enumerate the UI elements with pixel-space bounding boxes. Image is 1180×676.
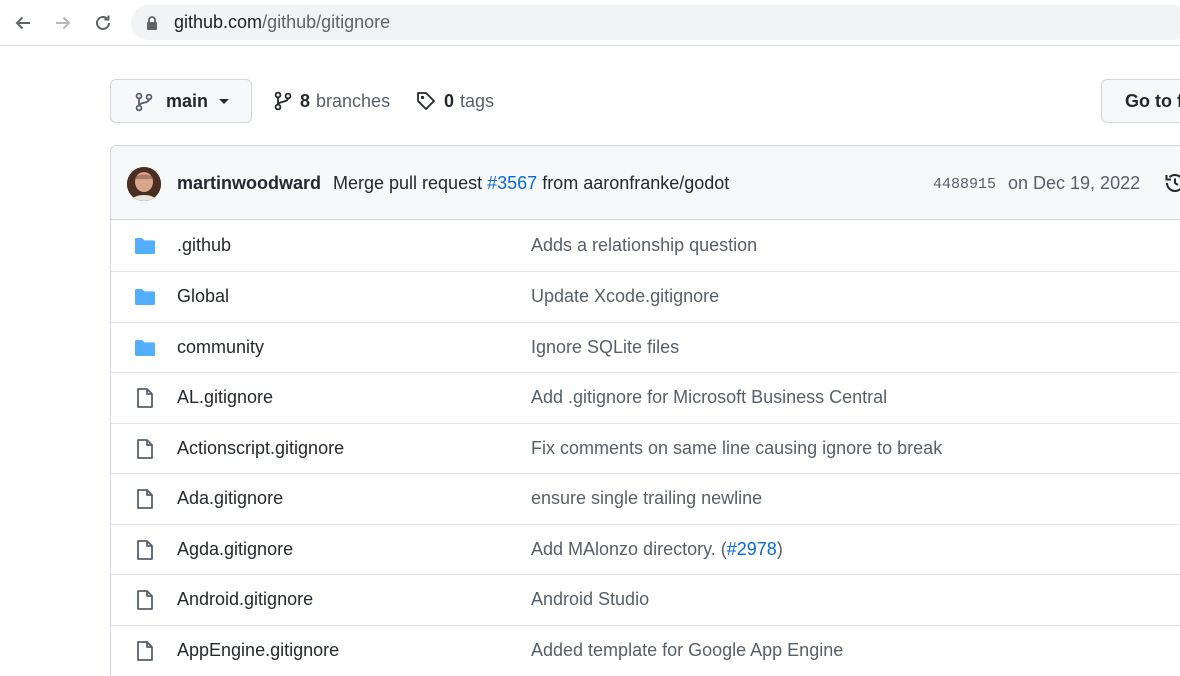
commit-author-link[interactable]: martinwoodward <box>177 173 321 194</box>
branches-count: 8 <box>300 90 311 111</box>
file-row[interactable]: Actionscript.gitignore Fix comments on sa… <box>111 423 1180 473</box>
file-icon <box>134 387 156 414</box>
tags-label: tags <box>460 90 495 111</box>
file-commit-message[interactable]: Adds a relationship question <box>531 235 757 256</box>
git-branch-icon <box>135 92 153 112</box>
commit-message[interactable]: Merge pull request #3567 from aaronfrank… <box>333 173 729 194</box>
reload-button[interactable] <box>88 8 118 38</box>
file-icon <box>134 640 156 667</box>
file-row[interactable]: Ada.gitignore ensure single trailing newl… <box>111 473 1180 523</box>
arrow-right-icon <box>56 16 71 30</box>
file-name-link[interactable]: AL.gitignore <box>177 387 273 408</box>
folder-icon <box>134 287 156 312</box>
file-commit-message[interactable]: Android Studio <box>531 589 649 610</box>
url-path: /github/gitignore <box>262 12 391 32</box>
url-host: github.com <box>174 12 263 32</box>
address-bar[interactable]: github.com/github/gitignore <box>131 5 1180 40</box>
commit-message-text: Add .gitignore for Microsoft Business Ce… <box>531 387 888 407</box>
branch-select-button[interactable]: main <box>110 79 252 123</box>
latest-commit-bar: martinwoodward Merge pull request #3567 … <box>111 146 1180 220</box>
file-commit-message[interactable]: Ignore SQLite files <box>531 337 679 358</box>
file-commit-message[interactable]: Added template for Google App Engine <box>531 640 843 661</box>
forward-button[interactable] <box>48 8 78 38</box>
file-name-link[interactable]: Actionscript.gitignore <box>177 438 344 459</box>
file-commit-message[interactable]: Add MAlonzo directory. (#2978) <box>531 539 783 560</box>
file-icon <box>134 438 156 465</box>
arrow-left-icon <box>15 16 30 30</box>
go-to-file-label: Go to file <box>1125 91 1180 111</box>
branch-name: main <box>166 91 209 111</box>
tag-icon <box>417 92 435 110</box>
file-commit-message[interactable]: Add .gitignore for Microsoft Business Ce… <box>531 387 887 408</box>
folder-icon <box>134 236 156 261</box>
file-row[interactable]: community Ignore SQLite files <box>111 322 1180 372</box>
commit-message-suffix: from aaronfranke/godot <box>542 173 730 193</box>
chevron-down-icon <box>219 99 229 104</box>
file-commit-message[interactable]: ensure single trailing newline <box>531 488 762 509</box>
pr-link[interactable]: #3567 <box>487 173 537 193</box>
branches-label: branches <box>316 90 391 111</box>
avatar[interactable] <box>127 167 161 201</box>
commit-message-text: Add MAlonzo directory. ( <box>531 539 727 559</box>
commit-message-text: Ignore SQLite files <box>531 337 680 357</box>
commit-message-text: ensure single trailing newline <box>531 488 763 508</box>
commit-message-text: Added template for Google App Engine <box>531 640 844 660</box>
commit-message-text: Adds a relationship question <box>531 235 758 255</box>
issue-link[interactable]: #2978 <box>727 539 777 559</box>
history-icon[interactable] <box>1164 172 1180 194</box>
file-name-link[interactable]: Global <box>177 286 229 307</box>
commit-message-text: Update Xcode.gitignore <box>531 286 720 306</box>
file-name-link[interactable]: AppEngine.gitignore <box>177 640 339 661</box>
file-icon <box>134 488 156 515</box>
file-row[interactable]: Global Update Xcode.gitignore <box>111 271 1180 321</box>
branches-link[interactable]: 8 branches <box>274 88 390 114</box>
file-name-link[interactable]: Ada.gitignore <box>177 488 283 509</box>
browser-toolbar: github.com/github/gitignore <box>0 0 1180 46</box>
back-button[interactable] <box>8 8 38 38</box>
file-name-link[interactable]: Agda.gitignore <box>177 539 293 560</box>
file-row[interactable]: .github Adds a relationship question <box>111 221 1180 271</box>
file-row[interactable]: Agda.gitignore Add MAlonzo directory. (#2… <box>111 524 1180 574</box>
folder-icon <box>134 338 156 363</box>
lock-icon <box>147 16 157 30</box>
file-list: martinwoodward Merge pull request #3567 … <box>110 145 1180 676</box>
file-icon <box>134 589 156 616</box>
file-name-link[interactable]: community <box>177 337 264 358</box>
commit-date: on Dec 19, 2022 <box>1008 173 1141 193</box>
file-commit-message[interactable]: Fix comments on same line causing ignore… <box>531 438 942 459</box>
commit-message-prefix: Merge pull request <box>333 173 483 193</box>
url-text: github.com/github/gitignore <box>174 12 390 33</box>
file-name-link[interactable]: Android.gitignore <box>177 589 313 610</box>
git-branch-icon <box>274 91 292 111</box>
avatar-image <box>127 167 161 201</box>
commit-sha-link[interactable]: 4488915 <box>933 176 996 193</box>
commit-message-text: Fix comments on same line causing ignore… <box>531 438 943 458</box>
file-icon <box>134 539 156 566</box>
file-row[interactable]: AppEngine.gitignore Added template for Go… <box>111 625 1180 675</box>
commit-message-text: Android Studio <box>531 589 650 609</box>
file-row[interactable]: Android.gitignore Android Studio <box>111 574 1180 624</box>
tags-count: 0 <box>444 90 455 111</box>
file-name-link[interactable]: .github <box>177 235 231 256</box>
tags-link[interactable]: 0 tags <box>416 88 494 114</box>
commit-message-end: ) <box>776 539 783 559</box>
reload-icon <box>96 15 110 30</box>
go-to-file-button[interactable]: Go to file <box>1101 79 1180 123</box>
file-row[interactable]: AL.gitignore Add .gitignore for Microsoft… <box>111 372 1180 422</box>
file-commit-message[interactable]: Update Xcode.gitignore <box>531 286 719 307</box>
